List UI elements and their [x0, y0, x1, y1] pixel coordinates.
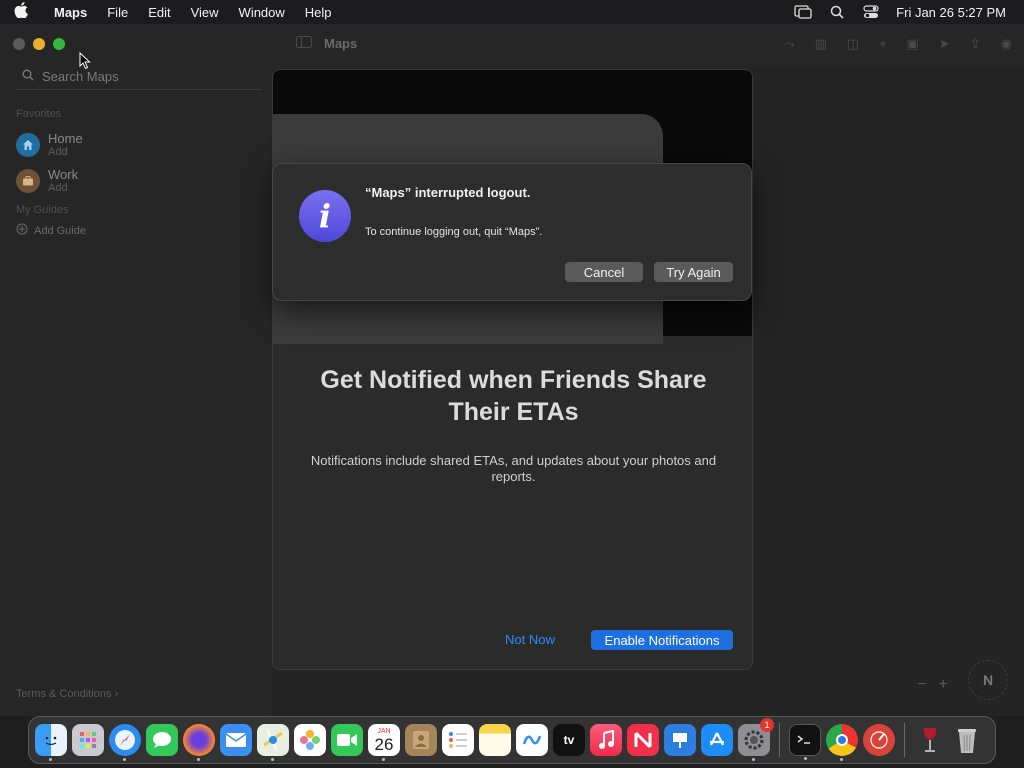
menu-bar: Maps File Edit View Window Help Fri Jan … — [0, 0, 1024, 24]
zoom-in-button[interactable]: + — [939, 676, 948, 694]
dock-separator-2 — [904, 723, 905, 757]
terminal-icon[interactable] — [789, 724, 821, 760]
trash-icon[interactable] — [951, 724, 983, 756]
dock: JAN 26 tv 1 — [28, 716, 996, 764]
news-icon[interactable] — [627, 724, 659, 756]
zoom-window-button[interactable] — [53, 38, 65, 50]
close-window-button[interactable] — [13, 38, 25, 50]
tv-icon[interactable]: tv — [553, 724, 585, 756]
contacts-icon[interactable] — [405, 724, 437, 756]
toolbar-icons: ⤳ ▥ ◫ ⌖ ▣ ➤ ⇪ ◉ — [784, 36, 1012, 52]
zoom-out-button[interactable]: − — [917, 676, 926, 694]
house-icon — [16, 132, 40, 157]
calendar-icon[interactable]: JAN 26 — [368, 724, 400, 761]
cancel-button[interactable]: Cancel — [565, 262, 643, 282]
compass[interactable]: N — [968, 660, 1008, 700]
map-mode-icon[interactable]: ▥ — [815, 36, 827, 52]
menu-window[interactable]: Window — [229, 5, 295, 20]
terms-label: Terms & Conditions — [16, 688, 112, 700]
launchpad-icon[interactable] — [72, 724, 104, 756]
mouse-pointer-icon — [79, 51, 91, 75]
maps-icon[interactable] — [257, 724, 289, 761]
menu-app-name[interactable]: Maps — [40, 5, 97, 20]
favorite-home-title: Home — [48, 131, 83, 146]
account-icon[interactable]: ◉ — [1001, 36, 1012, 52]
try-again-button[interactable]: Try Again — [654, 262, 733, 282]
search-field[interactable]: Search Maps — [16, 64, 262, 90]
logout-alert-dialog: i “Maps” interrupted logout. To continue… — [272, 163, 752, 301]
location-arrow-icon[interactable]: ➤ — [939, 36, 950, 52]
finder-icon[interactable] — [35, 724, 67, 761]
search-icon — [22, 69, 34, 84]
sheet-title: Get Notified when Friends Share Their ET… — [273, 364, 752, 428]
directions-icon[interactable]: ⤳ — [784, 36, 794, 52]
sheet-title-line1: Get Notified when Friends Share — [320, 366, 707, 394]
favorite-home[interactable]: Home Add — [16, 131, 83, 158]
minimize-window-button[interactable] — [33, 38, 45, 50]
add-guide-label: Add Guide — [34, 224, 86, 237]
add-to-guide-icon[interactable]: ▣ — [907, 36, 919, 52]
add-guide-button[interactable]: Add Guide — [16, 223, 86, 238]
system-settings-icon[interactable]: 1 — [738, 718, 774, 761]
favorites-header: Favorites — [16, 108, 62, 120]
my-guides-header: My Guides — [16, 204, 69, 216]
keynote-icon[interactable] — [664, 724, 696, 756]
screen-mirroring-icon[interactable] — [794, 5, 812, 19]
3d-view-icon[interactable]: ◫ — [847, 36, 859, 52]
menu-view[interactable]: View — [181, 5, 229, 20]
calendar-day: 26 — [374, 734, 394, 754]
share-icon[interactable]: ⇪ — [970, 36, 981, 52]
sheet-title-line2: Their ETAs — [448, 398, 579, 426]
wine-icon[interactable] — [914, 724, 946, 756]
plus-circle-icon — [16, 223, 28, 238]
favorite-work[interactable]: Work Add — [16, 167, 78, 194]
chevron-right-icon: › — [114, 688, 119, 700]
directory-utility-icon[interactable] — [863, 724, 895, 756]
enable-notifications-button[interactable]: Enable Notifications — [591, 630, 733, 650]
facetime-icon[interactable] — [331, 724, 363, 756]
tv-label: tv — [563, 733, 575, 747]
alert-message: To continue logging out, quit “Maps”. — [365, 226, 543, 238]
terms-link[interactable]: Terms & Conditions › — [16, 688, 118, 700]
freeform-icon[interactable] — [516, 724, 548, 756]
chrome-icon[interactable] — [826, 724, 858, 761]
sidebar-toggle-icon[interactable] — [296, 36, 312, 51]
notes-icon[interactable] — [479, 724, 511, 756]
window-title: Maps — [324, 36, 358, 51]
alert-title: “Maps” interrupted logout. — [365, 185, 531, 200]
toolbar-title-area: Maps — [296, 36, 357, 51]
control-center-icon[interactable] — [862, 5, 880, 19]
briefcase-icon — [16, 168, 40, 193]
sidebar: Search Maps Favorites Home Add Work Add … — [0, 24, 270, 716]
not-now-button[interactable]: Not Now — [505, 632, 555, 647]
menu-file[interactable]: File — [97, 5, 138, 20]
info-icon: i — [299, 190, 351, 242]
app-store-icon[interactable] — [701, 724, 733, 756]
menu-help[interactable]: Help — [295, 5, 342, 20]
dock-separator — [779, 723, 780, 757]
mail-icon[interactable] — [220, 724, 252, 756]
look-around-icon[interactable]: ⌖ — [879, 36, 886, 52]
firefox-icon[interactable] — [183, 724, 215, 761]
notifications-sheet: Get Notified when Friends Share Their ET… — [272, 69, 753, 670]
favorite-home-subtitle: Add — [48, 146, 68, 158]
apple-menu-icon[interactable] — [14, 2, 40, 22]
safari-icon[interactable] — [109, 724, 141, 761]
photos-icon[interactable] — [294, 724, 326, 756]
menubar-clock[interactable]: Fri Jan 26 5:27 PM — [896, 5, 1006, 20]
sheet-description: Notifications include shared ETAs, and u… — [310, 453, 717, 484]
music-icon[interactable] — [590, 724, 622, 756]
messages-icon[interactable] — [146, 724, 178, 756]
spotlight-search-icon[interactable] — [828, 5, 846, 19]
menu-edit[interactable]: Edit — [138, 5, 180, 20]
favorite-work-subtitle: Add — [48, 182, 68, 194]
window-controls — [13, 38, 65, 50]
reminders-icon[interactable] — [442, 724, 474, 756]
zoom-controls: − + — [917, 676, 948, 694]
favorite-work-title: Work — [48, 167, 79, 182]
settings-badge: 1 — [760, 718, 774, 732]
